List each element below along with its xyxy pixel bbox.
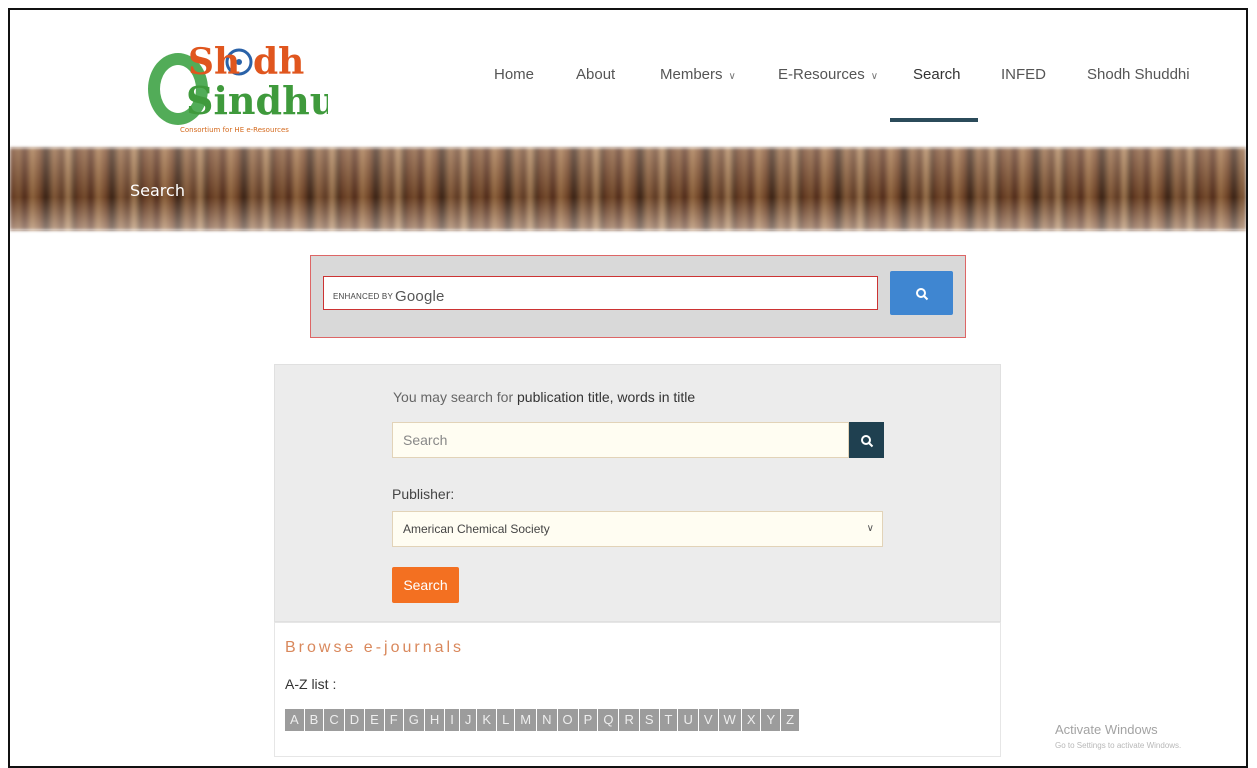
az-letter-link[interactable]: N: [537, 709, 557, 731]
google-branding: ENHANCED BY Google: [333, 286, 445, 305]
svg-text:Consortium for HE e-Resources: Consortium for HE e-Resources: [180, 126, 289, 134]
chevron-down-icon: ∨: [870, 71, 879, 82]
publisher-select[interactable]: American Chemical Society ∨: [392, 511, 883, 547]
search-icon: [860, 435, 873, 448]
publisher-selected-value: American Chemical Society: [403, 522, 550, 536]
chevron-down-icon: ∨: [728, 71, 736, 82]
az-letter-link[interactable]: J: [459, 709, 477, 731]
az-letter-link[interactable]: R: [619, 709, 639, 731]
az-letter-link[interactable]: E: [365, 709, 384, 731]
az-letter-link[interactable]: H: [424, 709, 445, 731]
az-letter-link[interactable]: F: [384, 709, 403, 731]
search-hint: You may search for publication title, wo…: [393, 389, 695, 405]
activate-windows-subtitle: Go to Settings to activate Windows.: [1055, 741, 1182, 750]
nav-about[interactable]: About: [576, 66, 615, 83]
search-hint-prefix: You may search for: [393, 389, 517, 405]
nav-e-resources-label: E-Resources: [778, 66, 865, 83]
az-letter-link[interactable]: V: [698, 709, 718, 731]
page-frame: Sh dh Sindhu Consortium for HE e-Resourc…: [8, 8, 1248, 768]
az-letter-link[interactable]: B: [304, 709, 324, 731]
az-letter-link[interactable]: C: [324, 709, 344, 731]
google-search-input[interactable]: ENHANCED BY Google: [323, 276, 878, 310]
nav-home[interactable]: Home: [494, 66, 534, 83]
publisher-label: Publisher:: [392, 486, 455, 502]
search-hint-bold: publication title, words in title: [517, 389, 696, 405]
az-letter-link[interactable]: O: [557, 709, 578, 731]
az-letter-link[interactable]: K: [477, 709, 497, 731]
nav-infed[interactable]: INFED: [1001, 66, 1046, 83]
google-logo-text: Google: [395, 288, 445, 305]
az-letter-link[interactable]: A: [285, 709, 304, 731]
header: Sh dh Sindhu Consortium for HE e-Resourc…: [10, 10, 1246, 148]
az-letter-link[interactable]: X: [741, 709, 761, 731]
nav-members-label: Members: [660, 66, 723, 83]
nav-shodh-shuddhi[interactable]: Shodh Shuddhi: [1087, 66, 1190, 83]
nav-search[interactable]: Search: [913, 66, 961, 83]
az-letter-link[interactable]: T: [659, 709, 678, 731]
journal-search-input[interactable]: Search: [392, 422, 849, 458]
nav-active-indicator: [890, 118, 978, 122]
az-letter-link[interactable]: Z: [781, 709, 800, 731]
browse-ejournals-section: Browse e-journals A-Z list : ABCDEFGHIJK…: [274, 622, 1001, 757]
az-letter-link[interactable]: L: [497, 709, 515, 731]
browse-title: Browse e-journals: [285, 639, 465, 656]
az-letter-link[interactable]: W: [718, 709, 741, 731]
az-letter-link[interactable]: I: [445, 709, 459, 731]
search-icon: [915, 288, 928, 301]
google-search-box: ENHANCED BY Google: [310, 255, 966, 338]
az-letter-link[interactable]: U: [678, 709, 698, 731]
az-letter-link[interactable]: P: [578, 709, 598, 731]
journal-search-panel: You may search for publication title, wo…: [274, 364, 1001, 622]
main-nav: Home About Members ∨ E-Resources ∨ Search …: [10, 66, 1246, 96]
banner-overlay: [10, 148, 1246, 230]
google-search-button[interactable]: [890, 271, 953, 315]
az-letter-link[interactable]: M: [515, 709, 537, 731]
enhanced-by-label: ENHANCED BY: [333, 292, 393, 301]
az-letter-link[interactable]: D: [344, 709, 365, 731]
page-title: Search: [130, 181, 185, 200]
az-letter-link[interactable]: Y: [761, 709, 781, 731]
activate-windows-title: Activate Windows: [1055, 722, 1158, 737]
az-letter-link[interactable]: S: [639, 709, 659, 731]
nav-e-resources[interactable]: E-Resources ∨: [778, 66, 878, 83]
az-letter-link[interactable]: G: [403, 709, 424, 731]
az-letter-bar: ABCDEFGHIJKLMNOPQRSTUVWXYZ: [285, 709, 800, 731]
journal-search-button[interactable]: [849, 422, 884, 458]
az-letter-link[interactable]: Q: [598, 709, 619, 731]
search-submit-button[interactable]: Search: [392, 567, 459, 603]
az-list-label: A-Z list :: [285, 676, 337, 692]
nav-members[interactable]: Members ∨: [660, 66, 736, 83]
chevron-down-icon: ∨: [866, 523, 874, 534]
